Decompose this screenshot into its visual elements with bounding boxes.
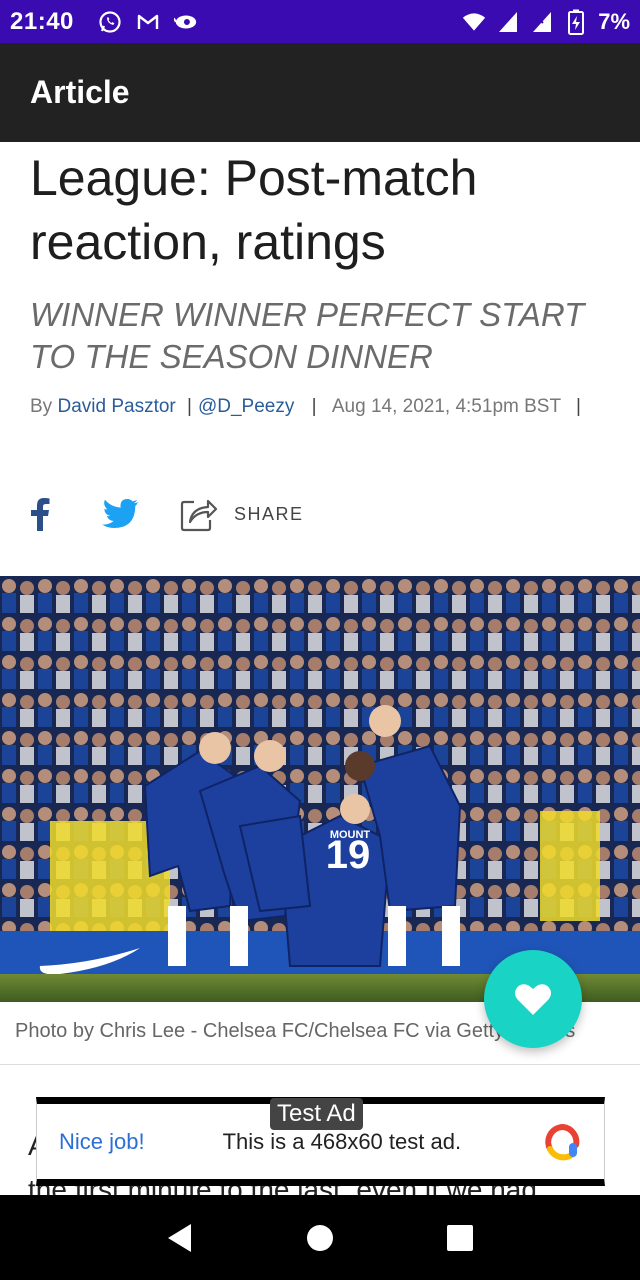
byline-prefix: By — [30, 396, 53, 417]
facebook-icon — [31, 498, 50, 531]
byline-separator: | — [576, 396, 581, 417]
share-row: SHARE — [28, 492, 304, 536]
author-link[interactable]: David Pasztor — [57, 396, 175, 417]
heart-icon — [515, 984, 551, 1015]
signal-icon — [496, 10, 520, 34]
share-icon — [180, 499, 218, 532]
home-icon — [307, 1224, 333, 1251]
wifi-icon — [462, 10, 486, 34]
google-ads-icon — [544, 1123, 582, 1161]
whatsapp-icon — [98, 10, 122, 34]
article-photo[interactable]: 19 MOUNT — [0, 576, 640, 1002]
battery-charging-icon — [564, 9, 588, 35]
app-bar: Article — [0, 43, 640, 142]
home-button[interactable] — [300, 1218, 340, 1258]
gmail-icon — [136, 10, 160, 34]
back-icon — [168, 1223, 191, 1252]
share-button[interactable]: SHARE — [180, 496, 304, 532]
recents-button[interactable] — [440, 1218, 480, 1258]
facebook-share-button[interactable] — [28, 494, 52, 534]
navigation-bar — [0, 1195, 640, 1280]
twitter-share-button[interactable] — [100, 494, 140, 534]
divider — [0, 1064, 640, 1065]
twitter-icon — [102, 499, 138, 528]
publish-date: Aug 14, 2021, 4:51pm BST — [331, 396, 561, 417]
article-subhead: WINNER WINNER PERFECT START TO THE SEASO… — [30, 296, 585, 375]
shirt-name: MOUNT — [330, 829, 371, 841]
author-handle-link[interactable]: @D_Peezy — [198, 396, 294, 417]
status-bar: 21:40 7% — [0, 0, 640, 43]
notification-icons — [98, 10, 198, 34]
ad-badge: Test Ad — [270, 1098, 363, 1130]
ad-body-text: This is a 468x60 test ad. — [222, 1128, 462, 1154]
status-time: 21:40 — [10, 7, 74, 35]
app-title: Article — [30, 74, 130, 110]
system-icons: 7% — [462, 9, 630, 35]
battery-percent: 7% — [598, 8, 630, 34]
signal-no-data-icon — [530, 10, 554, 34]
like-button[interactable] — [484, 950, 582, 1048]
share-label: SHARE — [234, 503, 304, 524]
sync-icon — [173, 10, 198, 34]
article-headline: League: Post-match reaction, ratings — [30, 150, 478, 270]
back-button[interactable] — [160, 1218, 200, 1258]
byline: By David Pasztor | @D_Peezy | Aug 14, 202… — [30, 396, 587, 418]
ad-nice-text: Nice job! — [59, 1128, 145, 1154]
byline-separator: | — [311, 396, 317, 417]
byline-separator: | — [187, 396, 192, 417]
recents-icon — [447, 1224, 473, 1251]
